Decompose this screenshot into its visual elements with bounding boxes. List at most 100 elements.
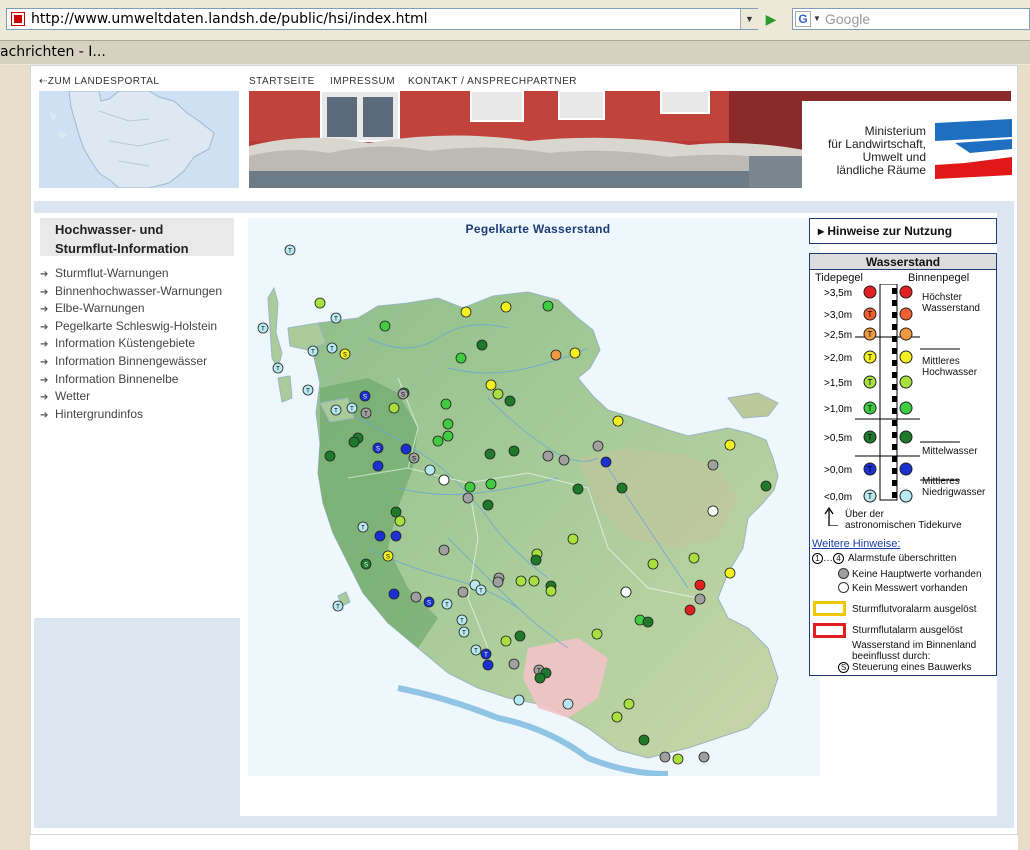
gauge-point[interactable] <box>684 604 696 616</box>
gauge-point[interactable] <box>513 694 525 706</box>
gauge-point[interactable] <box>515 575 527 587</box>
go-arrow-icon[interactable]: ▶ <box>762 9 780 29</box>
gauge-point[interactable] <box>388 588 400 600</box>
gauge-point[interactable] <box>542 300 554 312</box>
gauge-point[interactable] <box>485 379 497 391</box>
gauge-point[interactable] <box>612 415 624 427</box>
gauge-point[interactable] <box>688 552 700 564</box>
gauge-point[interactable] <box>438 544 450 556</box>
gauge-point[interactable] <box>724 567 736 579</box>
gauge-point[interactable] <box>492 388 504 400</box>
gauge-point[interactable] <box>698 751 710 763</box>
gauge-point[interactable] <box>440 398 452 410</box>
gauge-point[interactable] <box>460 306 472 318</box>
gauge-point[interactable] <box>388 402 400 414</box>
gauge-point[interactable] <box>484 448 496 460</box>
gauge-point[interactable] <box>372 460 384 472</box>
gauge-point[interactable] <box>542 450 554 462</box>
gauge-point[interactable] <box>530 554 542 566</box>
sidebar-item-pegelkarte[interactable]: ➔ Pegelkarte Schleswig-Holstein <box>40 318 222 336</box>
sidebar-item-sturmflut-warnungen[interactable]: ➔ Sturmflut-Warnungen <box>40 265 222 283</box>
gauge-point[interactable] <box>476 339 488 351</box>
gauge-point[interactable] <box>400 443 412 455</box>
sidebar-item-elbe-warnungen[interactable]: ➔ Elbe-Warnungen <box>40 300 222 318</box>
gauge-point[interactable] <box>647 558 659 570</box>
gauge-point[interactable] <box>642 616 654 628</box>
gauge-point[interactable] <box>545 585 557 597</box>
hinweise-zur-nutzung-button[interactable]: ▸ Hinweise zur Nutzung <box>809 218 997 244</box>
gauge-point[interactable] <box>500 301 512 313</box>
gauge-point[interactable] <box>394 515 406 527</box>
gauge-point[interactable] <box>508 445 520 457</box>
gauge-point[interactable] <box>694 579 706 591</box>
browser-tab[interactable]: achrichten - I... <box>0 44 106 60</box>
gauge-point[interactable] <box>567 533 579 545</box>
gauge-point[interactable] <box>659 751 671 763</box>
gauge-point-no-value[interactable] <box>620 586 632 598</box>
gauge-point[interactable] <box>485 478 497 490</box>
sidebar-item-hintergrundinfos[interactable]: ➔ Hintergrundinfos <box>40 406 222 424</box>
url-dropdown-icon[interactable]: ▼ <box>740 9 758 29</box>
gauge-point[interactable] <box>724 439 736 451</box>
gauge-point[interactable] <box>457 586 469 598</box>
gauge-point[interactable] <box>707 459 719 471</box>
gauge-point[interactable] <box>374 530 386 542</box>
gauge-point[interactable] <box>672 753 684 765</box>
gauge-point[interactable] <box>623 698 635 710</box>
engine-dropdown-icon[interactable]: ▼ <box>813 11 821 27</box>
gauge-point[interactable] <box>694 593 706 605</box>
gauge-point[interactable] <box>314 297 326 309</box>
gauge-point[interactable] <box>410 591 422 603</box>
gauge-point[interactable] <box>528 575 540 587</box>
gauge-point[interactable] <box>558 454 570 466</box>
gauge-point[interactable] <box>432 435 444 447</box>
sidebar-item-binnenhochwasser-warnungen[interactable]: ➔ Binnenhochwasser-Warnungen <box>40 283 222 301</box>
gauge-point[interactable] <box>572 483 584 495</box>
gauge-point[interactable] <box>379 320 391 332</box>
gauge-point[interactable] <box>504 395 516 407</box>
gauge-point[interactable] <box>390 530 402 542</box>
back-to-portal-link[interactable]: ⇠ZUM LANDESPORTAL <box>39 76 159 87</box>
search-bar[interactable]: G ▼ Google <box>792 8 1030 30</box>
nav-link-kontakt[interactable]: KONTAKT / ANSPRECHPARTNER <box>408 76 577 87</box>
gauge-map[interactable]: TTTTTTTSSTSTTSSTSSTSTTTTTTT <box>248 218 820 776</box>
url-bar[interactable]: http://www.umweltdaten.landsh.de/public/… <box>6 8 758 30</box>
gauge-point[interactable] <box>638 734 650 746</box>
gauge-point[interactable] <box>550 349 562 361</box>
sidebar-item-binnengewaesser[interactable]: ➔ Information Binnengewässer <box>40 353 222 371</box>
gauge-point[interactable] <box>462 492 474 504</box>
nav-link-startseite[interactable]: STARTSEITE <box>249 76 315 87</box>
weitere-hinweise-link[interactable]: Weitere Hinweise: <box>812 538 900 550</box>
gauge-point[interactable] <box>348 436 360 448</box>
gauge-point[interactable] <box>455 352 467 364</box>
gauge-point[interactable] <box>442 430 454 442</box>
gauge-point-no-value[interactable] <box>707 505 719 517</box>
gauge-point[interactable] <box>760 480 772 492</box>
gauge-point[interactable] <box>324 450 336 462</box>
gauge-point[interactable] <box>500 635 512 647</box>
gauge-point[interactable] <box>534 672 546 684</box>
nav-link-impressum[interactable]: IMPRESSUM <box>330 76 395 87</box>
gauge-point[interactable] <box>562 698 574 710</box>
sidebar-item-binnenelbe[interactable]: ➔ Information Binnenelbe <box>40 371 222 389</box>
gauge-point[interactable] <box>600 456 612 468</box>
gauge-point-no-value[interactable] <box>438 474 450 486</box>
gauge-point[interactable] <box>591 628 603 640</box>
gauge-point[interactable] <box>390 506 402 518</box>
sidebar-item-kuestengebiete[interactable]: ➔ Information Küstengebiete <box>40 335 222 353</box>
gauge-point[interactable] <box>482 659 494 671</box>
gauge-point[interactable] <box>482 499 494 511</box>
gauge-point[interactable] <box>464 481 476 493</box>
sidebar-item-wetter[interactable]: ➔ Wetter <box>40 388 222 406</box>
state-minimap[interactable] <box>39 91 239 188</box>
gauge-point[interactable] <box>508 658 520 670</box>
gauge-point[interactable] <box>611 711 623 723</box>
google-engine-icon[interactable]: G <box>795 11 811 27</box>
gauge-point[interactable] <box>569 347 581 359</box>
gauge-point[interactable] <box>592 440 604 452</box>
gauge-point[interactable] <box>492 576 504 588</box>
gauge-point[interactable] <box>442 418 454 430</box>
gauge-point[interactable] <box>514 630 526 642</box>
gauge-point[interactable] <box>424 464 436 476</box>
gauge-point[interactable] <box>616 482 628 494</box>
